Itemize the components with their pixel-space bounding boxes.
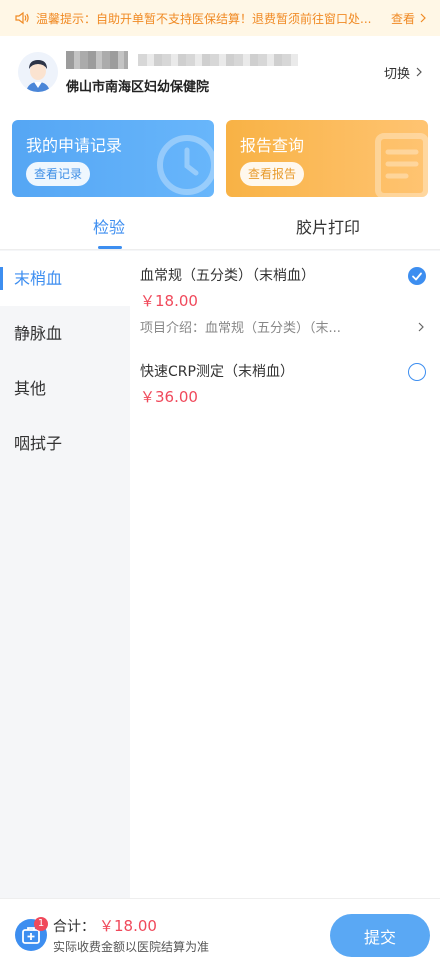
sidebar-item-throat-swab[interactable]: 咽拭子 (0, 416, 130, 471)
switch-label: 切换 (383, 66, 410, 82)
checkmark-icon (412, 272, 422, 281)
clock-icon (157, 135, 214, 195)
total-amount: ￥18.00 (99, 917, 157, 935)
active-tab-indicator (98, 246, 122, 249)
masked-name (66, 50, 128, 69)
tab-film-print[interactable]: 胶片打印 (296, 206, 360, 250)
chevron-right-icon (418, 322, 424, 331)
user-info: 佛山市南海区妇幼保健院 (66, 50, 384, 95)
sidebar-item-venous-blood[interactable]: 静脉血 (0, 306, 130, 361)
item-checkbox[interactable] (408, 267, 426, 285)
settlement-note: 实际收费金额以医院结算为准 (53, 940, 210, 954)
report-document-icon (375, 133, 428, 197)
notice-bar: 温馨提示：自助开单暂不支持医保结算！退费暂须前往窗口处... 查看 (0, 0, 440, 36)
notice-text: 温馨提示：自助开单暂不支持医保结算！退费暂须前往窗口处... (36, 11, 372, 26)
list-item[interactable]: 血常规（五分类）（末梢血） ￥18.00 项目介绍：血常规（五分类）（末... (140, 265, 430, 336)
notice-view-label: 查看 (390, 11, 415, 26)
masked-id (138, 53, 298, 66)
category-tabs: 检验 胶片打印 (0, 206, 440, 250)
chevron-right-icon (420, 13, 426, 23)
sample-type-sidebar: 末梢血 静脉血 其他 咽拭子 (0, 251, 130, 898)
notice-view-link[interactable]: 查看 (391, 10, 428, 27)
item-name: 快速CRP测定（末梢血） (140, 364, 294, 380)
item-price: ￥36.00 (140, 388, 198, 406)
chevron-right-icon (416, 67, 422, 77)
item-name: 血常规（五分类）（末梢血） (140, 268, 315, 284)
total-row: 合计： ￥18.00 (53, 915, 157, 936)
user-avatar-icon (18, 52, 58, 92)
tab-lab-test[interactable]: 检验 (93, 206, 125, 250)
item-price: ￥18.00 (140, 292, 198, 310)
sidebar-item-capillary-blood[interactable]: 末梢血 (0, 251, 130, 306)
shortcut-cards: 我的申请记录 查看记录 报告查询 查看报告 (0, 108, 440, 206)
checkout-bar: 1 合计： ￥18.00 实际收费金额以医院结算为准 提交 (0, 898, 440, 968)
item-checkbox[interactable] (408, 363, 426, 381)
test-item-list: 血常规（五分类）（末梢血） ￥18.00 项目介绍：血常规（五分类）（末... … (130, 251, 440, 898)
cart-count-badge: 1 (34, 917, 48, 931)
switch-patient-button[interactable]: 切换 (384, 63, 424, 82)
item-intro-text: 项目介绍：血常规（五分类）（末... (140, 321, 341, 336)
application-records-card[interactable]: 我的申请记录 查看记录 (12, 120, 214, 197)
card-title: 报告查询 (240, 136, 305, 155)
avatar (18, 52, 58, 92)
card-title: 我的申请记录 (26, 136, 123, 155)
list-item[interactable]: 快速CRP测定（末梢血） ￥36.00 (140, 361, 430, 407)
submit-button[interactable]: 提交 (330, 914, 430, 957)
sidebar-item-other[interactable]: 其他 (0, 361, 130, 416)
view-records-button[interactable]: 查看记录 (26, 162, 91, 186)
masked-identity (66, 50, 384, 70)
item-intro-link[interactable]: 项目介绍：血常规（五分类）（末... (140, 317, 430, 336)
speaker-icon (15, 11, 29, 25)
user-bar: 佛山市南海区妇幼保健院 切换 (0, 36, 440, 108)
hospital-name: 佛山市南海区妇幼保健院 (66, 79, 210, 95)
report-query-card[interactable]: 报告查询 查看报告 (226, 120, 428, 197)
view-report-button[interactable]: 查看报告 (240, 162, 305, 186)
total-label: 合计： (53, 919, 95, 935)
